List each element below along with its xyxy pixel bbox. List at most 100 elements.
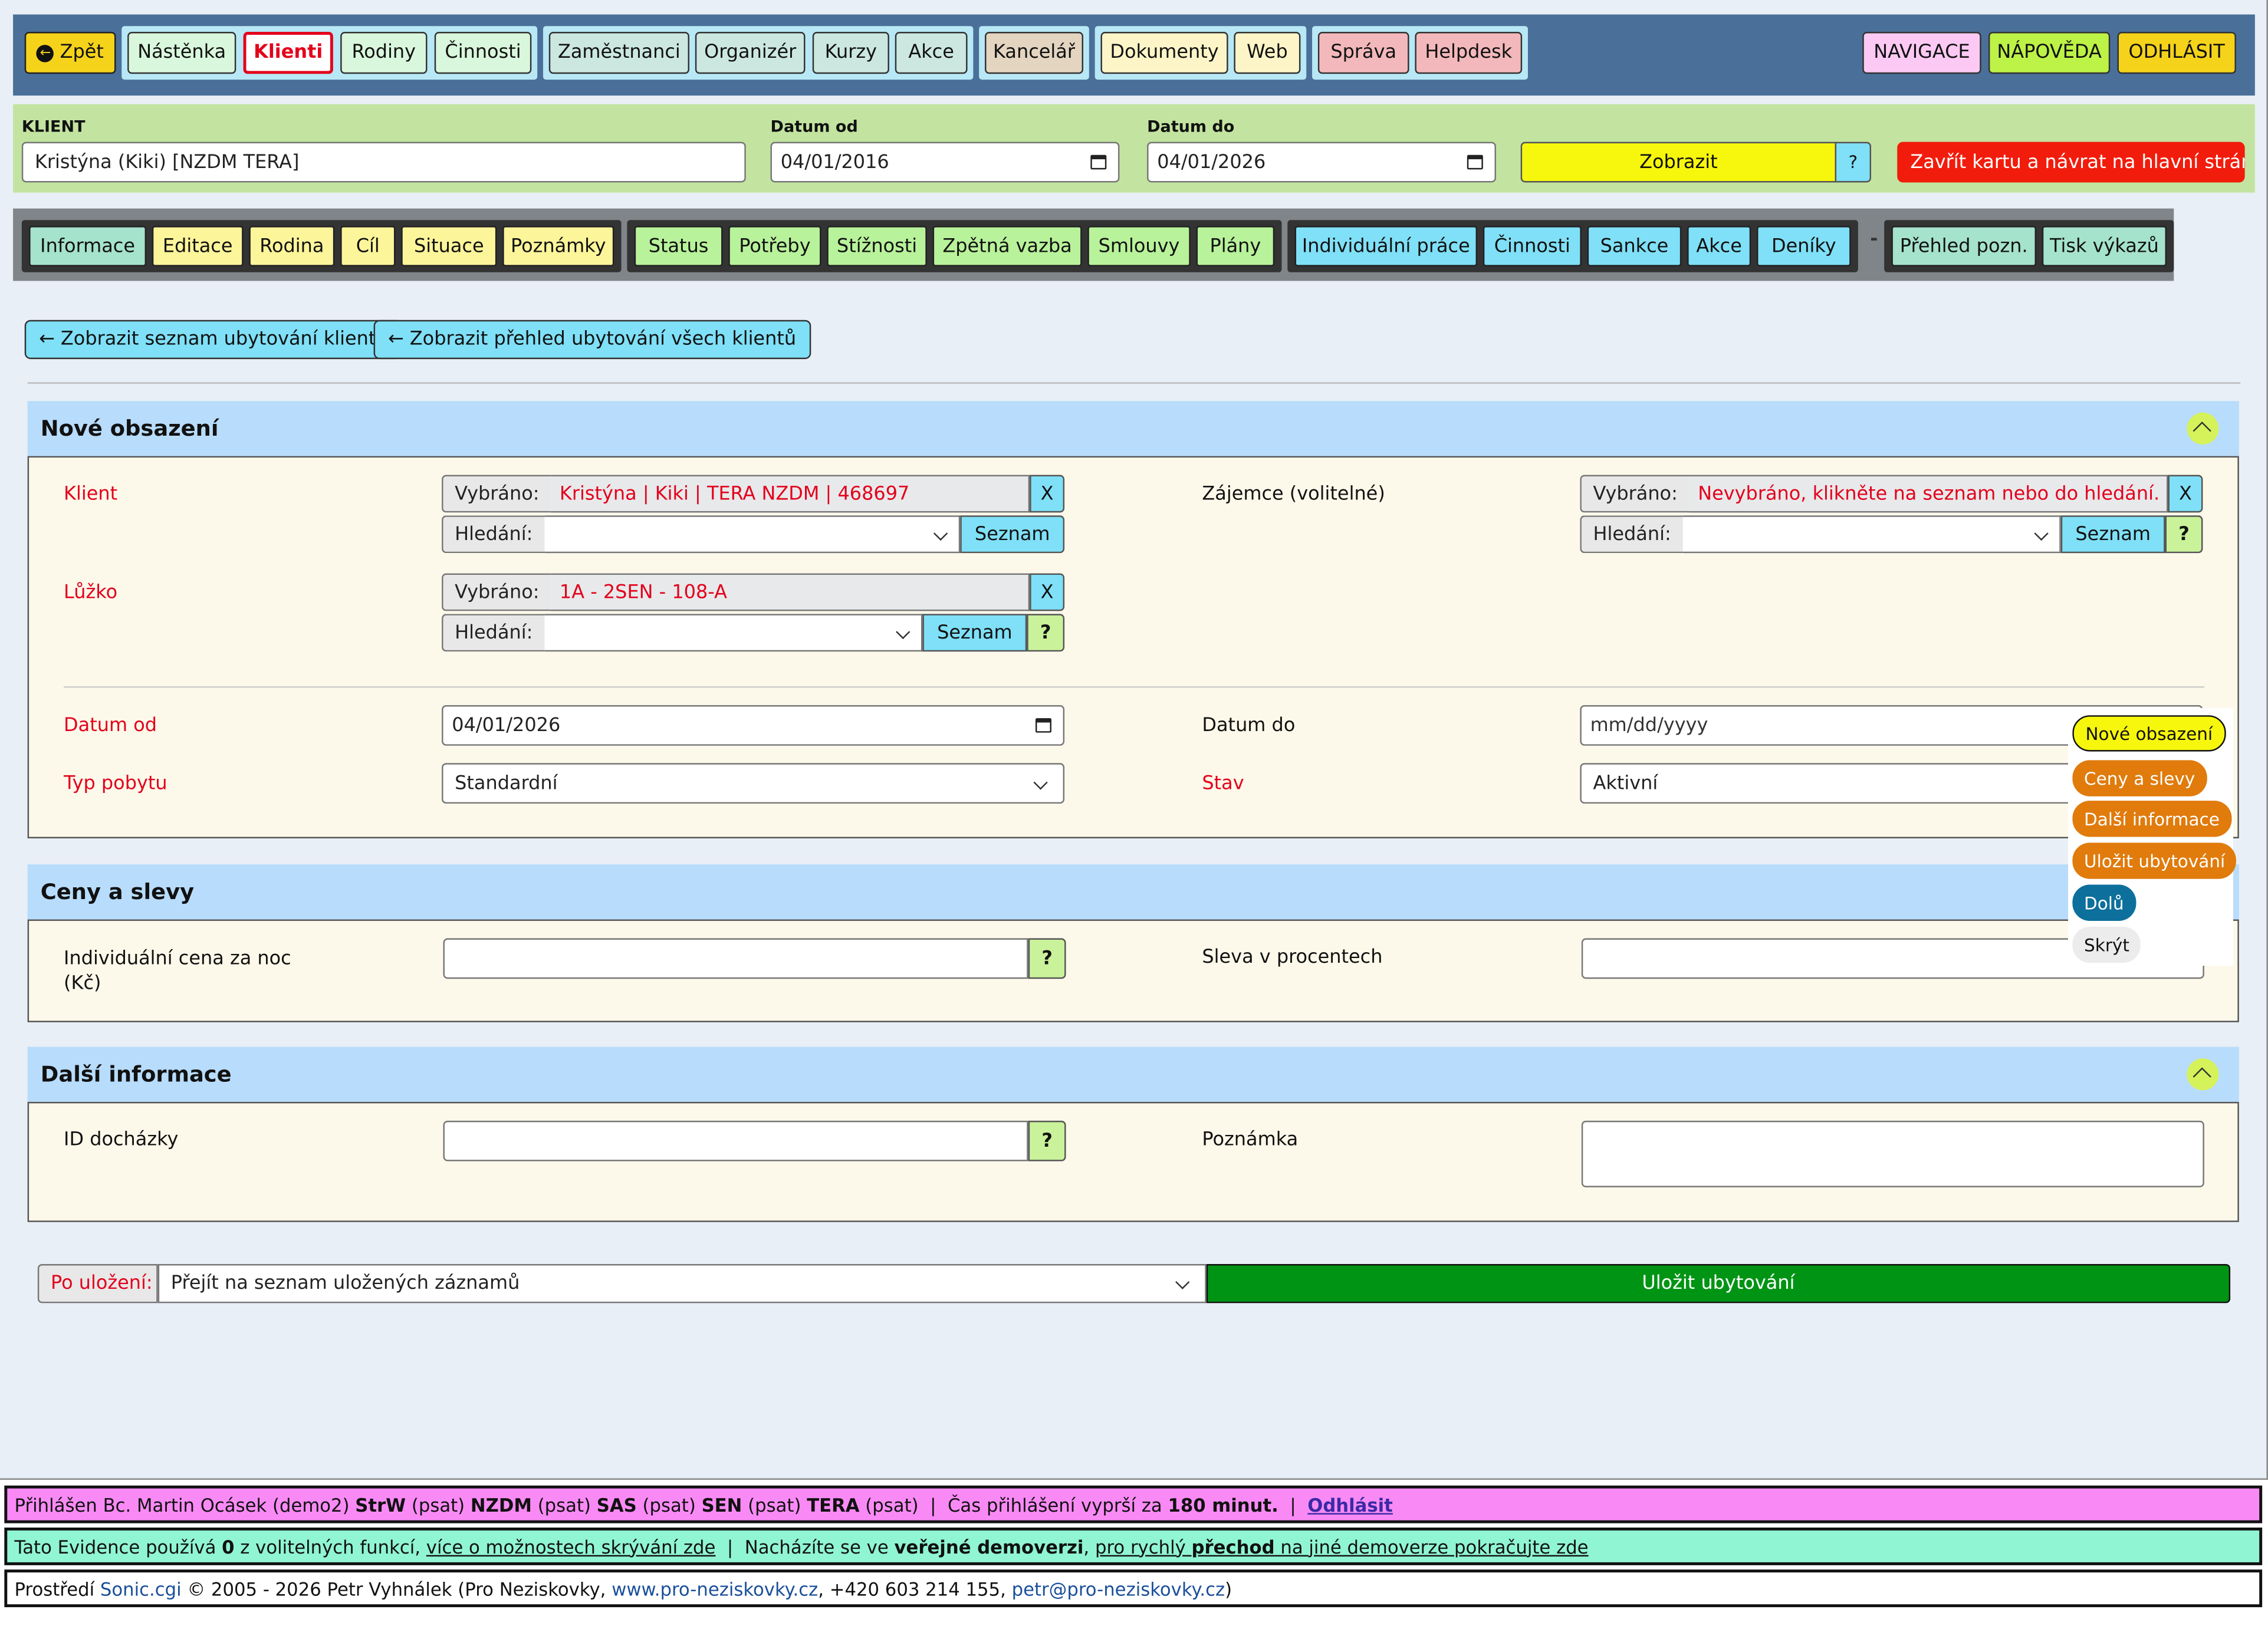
tab-situace[interactable]: Situace bbox=[401, 226, 497, 266]
tab-akce[interactable]: Akce bbox=[1687, 226, 1751, 266]
zobrazit-button[interactable]: Zobrazit bbox=[1520, 141, 1837, 183]
menu-nove-obsazeni[interactable]: Nové obsazení bbox=[2072, 715, 2226, 752]
poznamka-textarea[interactable] bbox=[1581, 1120, 2204, 1187]
tab-tisk-vykazu[interactable]: Tisk výkazů bbox=[2042, 226, 2167, 266]
section-nove-obsazeni-header[interactable]: Nové obsazení bbox=[27, 401, 2239, 456]
klient-input[interactable]: Kristýna (Kiki) [NZDM TERA] bbox=[21, 141, 746, 183]
luzko-seznam-button[interactable]: Seznam bbox=[922, 614, 1027, 652]
tab-deniky[interactable]: Deníky bbox=[1757, 226, 1851, 266]
section-dalsi-body: ID docházky ? Poznámka bbox=[27, 1101, 2239, 1222]
chevron-down-icon bbox=[2034, 526, 2049, 541]
login-org-perm: (psat) bbox=[531, 1493, 597, 1516]
section-dalsi-header[interactable]: Další informace bbox=[27, 1046, 2239, 1102]
nav-organizer[interactable]: Organizér bbox=[695, 32, 806, 74]
section-nove-obsazeni-body: Klient Vybráno: Kristýna | Kiki | TERA N… bbox=[27, 456, 2239, 838]
back-button[interactable]: ← Zpět bbox=[24, 32, 116, 74]
ulozit-ubytovani-button[interactable]: Uložit ubytování bbox=[1206, 1264, 2231, 1304]
website-link[interactable]: www.pro-neziskovky.cz bbox=[612, 1578, 818, 1599]
id-dochazky-label: ID docházky bbox=[64, 1129, 179, 1151]
zajemce-search-select[interactable] bbox=[1682, 515, 2061, 554]
calendar-icon[interactable] bbox=[1035, 718, 1051, 733]
tab-editace[interactable]: Editace bbox=[152, 226, 244, 266]
footer-logout-link[interactable]: Odhlásit bbox=[1307, 1493, 1393, 1515]
po-ulozeni-select[interactable]: Přejít na seznam uložených záznamů bbox=[157, 1264, 1207, 1304]
email-link[interactable]: petr@pro-neziskovky.cz bbox=[1012, 1578, 1225, 1599]
subnav-group-3: Individuální práce Činnosti Sankce Akce … bbox=[1287, 220, 1858, 272]
tab-individualni-prace[interactable]: Individuální práce bbox=[1294, 226, 1478, 266]
clear-klient-button[interactable]: X bbox=[1030, 475, 1065, 513]
tab-cinnosti[interactable]: Činnosti bbox=[1483, 226, 1582, 266]
napoveda-button[interactable]: NÁPOVĚDA bbox=[1988, 32, 2111, 74]
seznam-ubytovani-klienta-button[interactable]: ← Zobrazit seznam ubytování klienta bbox=[24, 320, 402, 360]
menu-dolu[interactable]: Dolů bbox=[2072, 884, 2136, 921]
menu-ceny-slevy[interactable]: Ceny a slevy bbox=[2072, 760, 2207, 797]
datum-do-label: Datum do bbox=[1147, 117, 1235, 136]
menu-dalsi-informace[interactable]: Další informace bbox=[2072, 801, 2231, 837]
calendar-icon[interactable] bbox=[1467, 154, 1483, 170]
datum-od-field-label: Datum od bbox=[64, 715, 157, 738]
zobrazit-help-button[interactable]: ? bbox=[1835, 141, 1872, 183]
nav-sprava[interactable]: Správa bbox=[1317, 32, 1409, 74]
nav-kancelar[interactable]: Kancelář bbox=[985, 32, 1084, 74]
demo-switch-link[interactable]: pro rychlý přechod na jiné demoverze pok… bbox=[1095, 1535, 1589, 1557]
tab-smlouvy[interactable]: Smlouvy bbox=[1087, 226, 1191, 266]
field-divider bbox=[64, 686, 2204, 688]
tab-poznamky[interactable]: Poznámky bbox=[502, 226, 614, 266]
menu-ulozit-ubytovani[interactable]: Uložit ubytování bbox=[2072, 842, 2237, 879]
collapse-icon[interactable] bbox=[2187, 1058, 2219, 1091]
klient-selected: Vybráno: Kristýna | Kiki | TERA NZDM | 4… bbox=[442, 475, 1065, 513]
datum-od-field[interactable]: 04/01/2026 bbox=[442, 705, 1065, 746]
nav-akce[interactable]: Akce bbox=[895, 32, 968, 74]
zajemce-search: Hledání: Seznam ? bbox=[1580, 515, 2203, 554]
clear-luzko-button[interactable]: X bbox=[1030, 573, 1065, 611]
tab-zpetna-vazba[interactable]: Zpětná vazba bbox=[932, 226, 1082, 266]
nav-helpdesk[interactable]: Helpdesk bbox=[1415, 32, 1523, 74]
nav-rodiny[interactable]: Rodiny bbox=[340, 32, 428, 74]
typ-pobytu-select[interactable]: Standardní bbox=[442, 763, 1065, 804]
tab-sankce[interactable]: Sankce bbox=[1587, 226, 1682, 266]
sonic-link[interactable]: Sonic.cgi bbox=[100, 1578, 182, 1599]
datum-od-input[interactable]: 04/01/2016 bbox=[770, 141, 1120, 183]
cena-help-button[interactable]: ? bbox=[1028, 938, 1066, 979]
cena-input-group: ? bbox=[443, 938, 1066, 979]
nav-zamestnanci[interactable]: Zaměstnanci bbox=[548, 32, 690, 74]
nav-nastenka[interactable]: Nástěnka bbox=[127, 32, 236, 74]
calendar-icon[interactable] bbox=[1090, 154, 1107, 170]
tab-prehled-pozn[interactable]: Přehled pozn. bbox=[1891, 226, 2036, 266]
login-org-code: SEN bbox=[701, 1493, 742, 1516]
luzko-help-button[interactable]: ? bbox=[1027, 614, 1065, 652]
nav-klienti[interactable]: Klienti bbox=[243, 32, 333, 74]
id-dochazky-help-button[interactable]: ? bbox=[1028, 1120, 1066, 1161]
luzko-search-select[interactable] bbox=[544, 614, 923, 652]
nav-web[interactable]: Web bbox=[1234, 32, 1301, 74]
zajemce-field-label: Zájemce (volitelné) bbox=[1202, 483, 1385, 506]
tab-plany[interactable]: Plány bbox=[1196, 226, 1275, 266]
clear-zajemce-button[interactable]: X bbox=[2168, 475, 2203, 513]
po-ulozeni-label: Po uložení: bbox=[37, 1264, 158, 1304]
feature-hiding-link[interactable]: více o možnostech skrývání zde bbox=[426, 1535, 716, 1557]
tab-cil[interactable]: Cíl bbox=[340, 226, 396, 266]
tab-stiznosti[interactable]: Stížnosti bbox=[827, 226, 927, 266]
zajemce-help-button[interactable]: ? bbox=[2165, 515, 2203, 554]
cena-input[interactable] bbox=[443, 938, 1028, 979]
nav-dokumenty[interactable]: Dokumenty bbox=[1100, 32, 1228, 74]
odhlasit-button[interactable]: ODHLÁSIT bbox=[2117, 32, 2236, 74]
nav-kurzy[interactable]: Kurzy bbox=[812, 32, 889, 74]
tab-potreby[interactable]: Potřeby bbox=[728, 226, 821, 266]
menu-skryt[interactable]: Skrýt bbox=[2072, 926, 2141, 963]
tab-rodina[interactable]: Rodina bbox=[249, 226, 335, 266]
zajemce-seznam-button[interactable]: Seznam bbox=[2060, 515, 2165, 554]
datum-do-input[interactable]: 04/01/2026 bbox=[1147, 141, 1496, 183]
id-dochazky-input[interactable] bbox=[443, 1120, 1028, 1161]
collapse-icon[interactable] bbox=[2187, 412, 2219, 445]
tab-informace[interactable]: Informace bbox=[29, 226, 147, 266]
section-ceny-header[interactable]: Ceny a slevy bbox=[27, 864, 2239, 920]
klient-search-select[interactable] bbox=[544, 515, 961, 554]
prehled-ubytovani-vsech-button[interactable]: ← Zobrazit přehled ubytování všech klient… bbox=[373, 320, 811, 360]
nav-group-admin: Správa Helpdesk bbox=[1312, 26, 1528, 80]
tab-status[interactable]: Status bbox=[634, 226, 723, 266]
zavrit-kartu-button[interactable]: Zavřít kartu a návrat na hlavní stránku bbox=[1897, 141, 2245, 183]
navigace-button[interactable]: NAVIGACE bbox=[1862, 32, 1981, 74]
nav-cinnosti[interactable]: Činnosti bbox=[434, 32, 532, 74]
klient-seznam-button[interactable]: Seznam bbox=[960, 515, 1065, 554]
